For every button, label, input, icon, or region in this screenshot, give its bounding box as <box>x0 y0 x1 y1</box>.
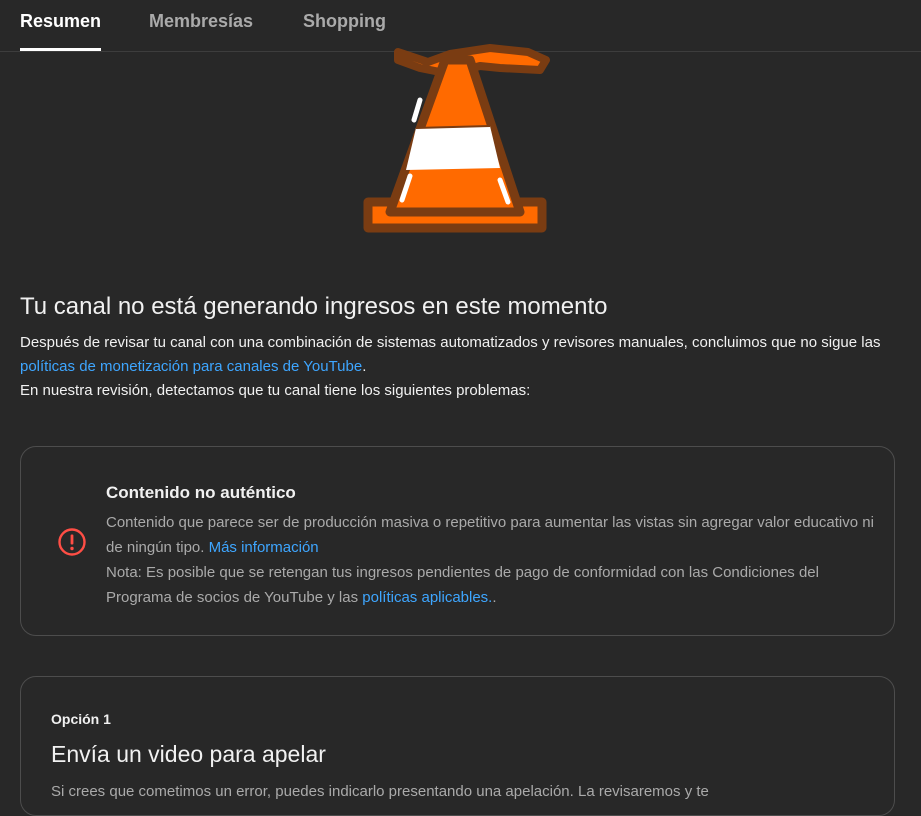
appeal-description: Si crees que cometimos un error, puedes … <box>51 783 709 800</box>
page-title: Tu canal no está generando ingresos en e… <box>20 293 608 320</box>
traffic-cone-icon <box>363 44 550 233</box>
issue-note-end: . <box>492 589 497 606</box>
tab-resumen[interactable]: Resumen <box>20 0 102 51</box>
option-label: Opción 1 <box>51 711 111 727</box>
more-info-link[interactable]: Más información <box>209 539 319 556</box>
tab-membresias[interactable]: Membresías <box>149 0 253 51</box>
status-text-end: . <box>362 358 367 375</box>
appeal-title: Envía un video para apelar <box>51 741 326 767</box>
applicable-policies-link[interactable]: políticas aplicables. <box>362 589 492 606</box>
issue-description: Contenido que parece ser de producción m… <box>106 510 876 610</box>
issues-intro: En nuestra revisión, detectamos que tu c… <box>20 382 531 399</box>
error-icon <box>58 528 86 556</box>
status-text: Después de revisar tu canal con una comb… <box>20 334 881 351</box>
monetization-policies-link[interactable]: políticas de monetización para canales d… <box>20 358 362 375</box>
status-description: Después de revisar tu canal con una comb… <box>20 331 900 403</box>
appeal-card: Opción 1 Envía un video para apelar Si c… <box>20 676 895 816</box>
issue-title: Contenido no auténtico <box>106 483 296 502</box>
issue-card: Contenido no auténtico Contenido que par… <box>20 446 895 636</box>
